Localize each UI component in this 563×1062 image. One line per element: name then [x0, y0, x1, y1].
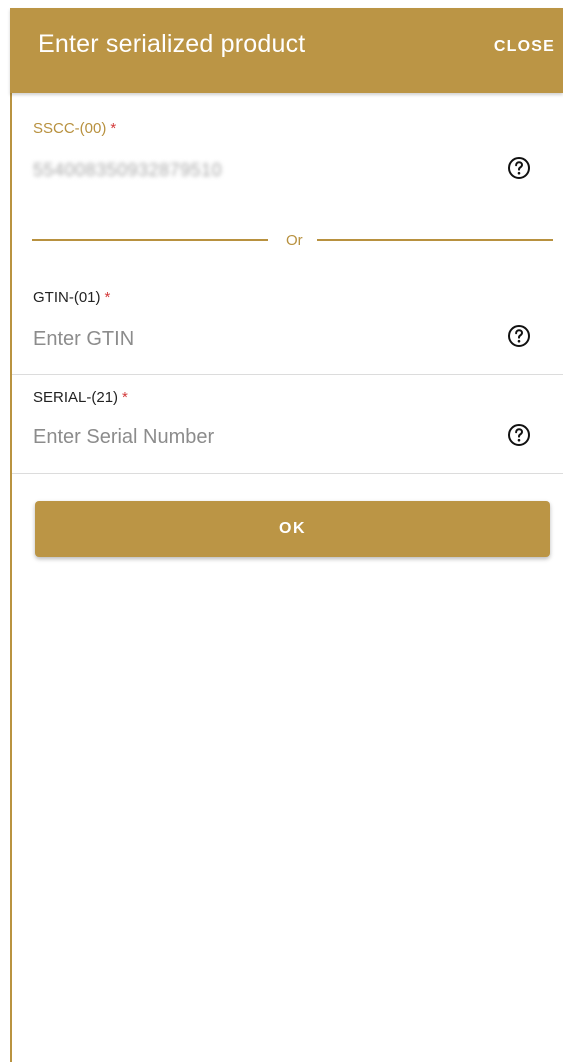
gtin-label-text: GTIN-(01) — [33, 289, 101, 306]
dialog-title: Enter serialized product — [38, 30, 306, 58]
gtin-input[interactable]: Enter GTIN — [33, 328, 134, 351]
gtin-underline — [12, 374, 563, 375]
gtin-label: GTIN-(01) * — [33, 289, 110, 306]
serialized-product-dialog: Enter serialized product CLOSE SSCC-(00)… — [0, 0, 563, 1062]
gtin-help-icon[interactable] — [507, 324, 531, 348]
dialog-left-border — [10, 92, 12, 1062]
ok-button[interactable]: OK — [35, 501, 550, 557]
serial-label: SERIAL-(21) * — [33, 389, 128, 406]
or-divider-right-line — [317, 239, 553, 241]
gtin-required-mark: * — [104, 289, 111, 306]
sscc-help-icon[interactable] — [507, 156, 531, 180]
serial-label-text: SERIAL-(21) — [33, 389, 119, 406]
sscc-label-text: SSCC-(00) — [33, 120, 107, 137]
dialog-header: Enter serialized product CLOSE — [10, 8, 563, 93]
sscc-input-value[interactable]: 554008350932879510 — [33, 160, 222, 181]
sscc-required-mark: * — [110, 120, 117, 137]
gtin-field[interactable]: GTIN-(01) * Enter GTIN — [12, 280, 563, 372]
serial-field[interactable]: SERIAL-(21) * Enter Serial Number — [12, 380, 563, 472]
or-divider-text: Or — [286, 232, 303, 249]
close-button[interactable]: CLOSE — [494, 38, 555, 56]
sscc-label: SSCC-(00) * — [33, 120, 116, 137]
serial-input[interactable]: Enter Serial Number — [33, 426, 214, 449]
serial-help-icon[interactable] — [507, 423, 531, 447]
sscc-field[interactable]: SSCC-(00) * 554008350932879510 — [12, 110, 563, 190]
serial-underline — [12, 473, 563, 474]
serial-required-mark: * — [122, 389, 128, 406]
or-divider-left-line — [32, 239, 268, 241]
